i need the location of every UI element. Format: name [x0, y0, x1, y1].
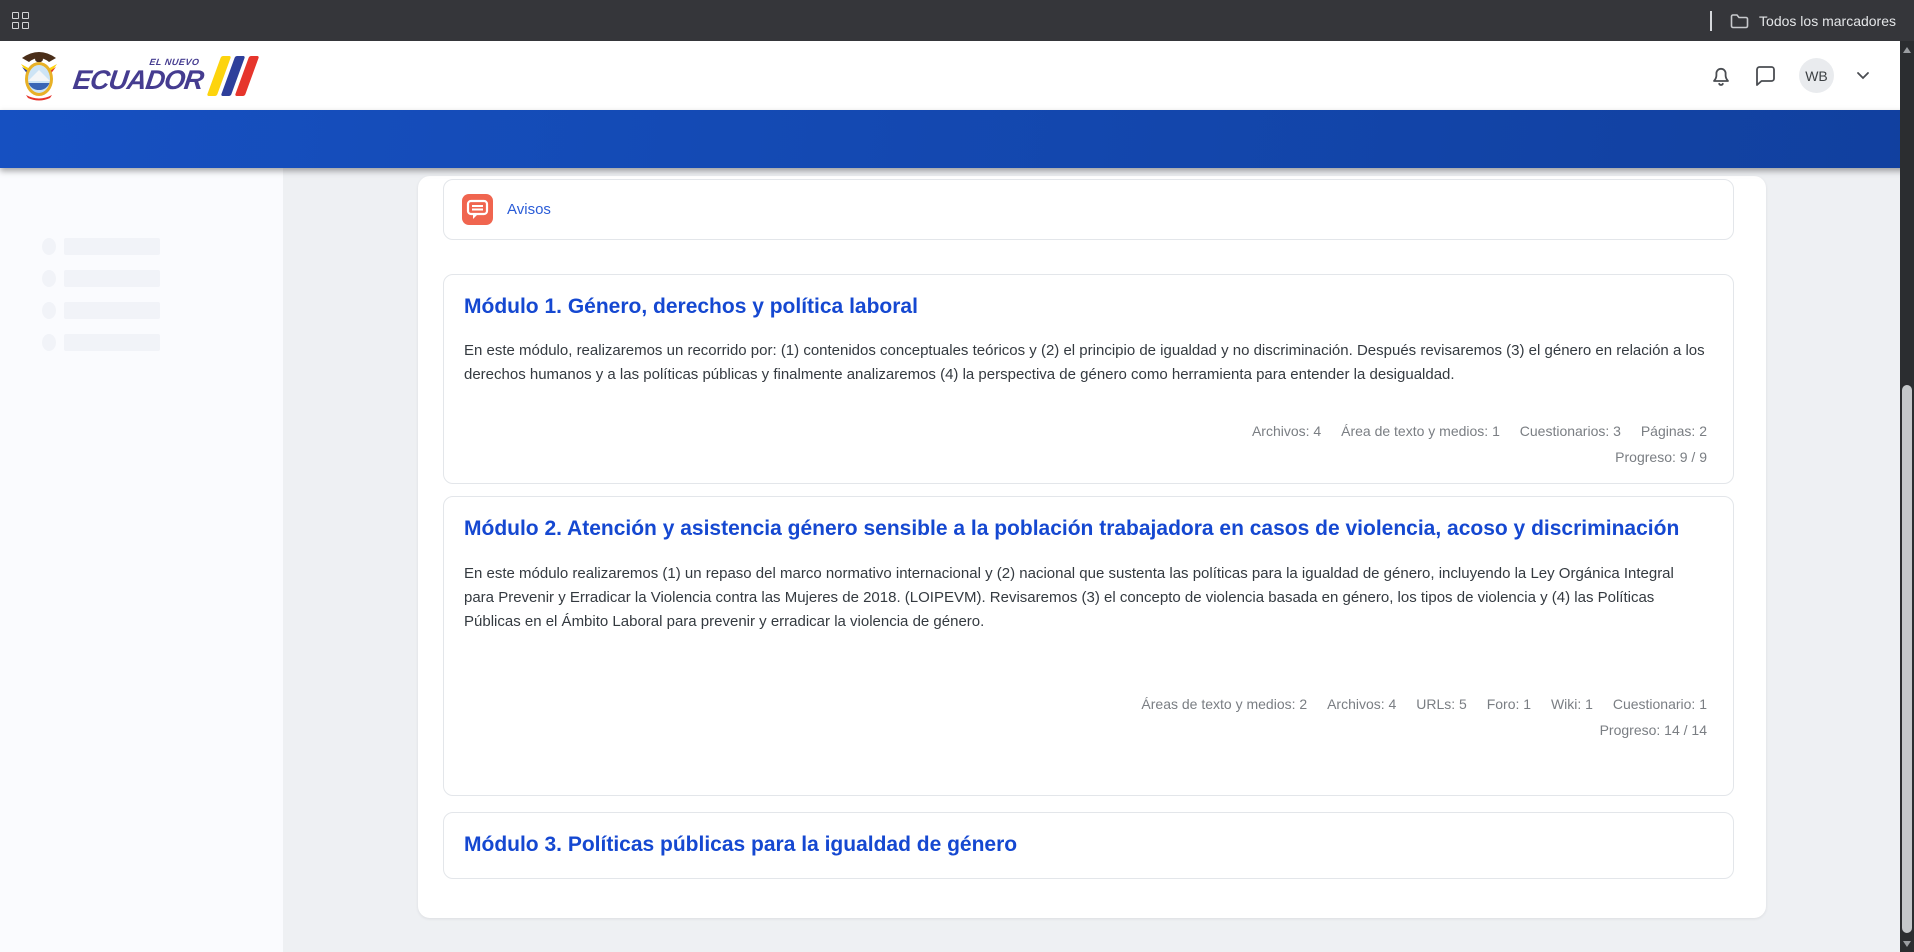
browser-bookmarks-bar: Todos los marcadores [0, 0, 1914, 41]
module-1-description: En este módulo, realizaremos un recorrid… [464, 339, 1707, 387]
module-1-title-link[interactable]: Módulo 1. Género, derechos y política la… [464, 293, 918, 321]
site-header: EL NUEVO ECUADOR WB [0, 41, 1914, 110]
course-index-drawer [0, 168, 283, 952]
module-3-card: Módulo 3. Políticas públicas para la igu… [443, 812, 1734, 878]
content-area: Avisos Módulo 1. Género, derechos y polí… [0, 168, 1914, 952]
stat-item: Cuestionarios: 3 [1520, 423, 1621, 439]
stat-item: Cuestionario: 1 [1613, 696, 1707, 712]
apps-grid-icon[interactable] [12, 12, 29, 29]
messages-chat-icon[interactable] [1754, 65, 1777, 87]
site-logo[interactable]: EL NUEVO ECUADOR [18, 50, 252, 102]
flag-stripes-icon [214, 56, 252, 96]
stat-item: Archivos: 4 [1327, 696, 1396, 712]
module-3-title-link[interactable]: Módulo 3. Políticas públicas para la igu… [464, 831, 1017, 859]
logo-name: ECUADOR [71, 67, 204, 94]
stat-item: Archivos: 4 [1252, 423, 1321, 439]
avisos-link[interactable]: Avisos [507, 201, 551, 218]
module-2-description: En este módulo realizaremos (1) un repas… [464, 562, 1707, 634]
scrollbar-thumb[interactable] [1902, 385, 1912, 933]
page-scrollbar[interactable] [1900, 41, 1914, 952]
module-1-stats: Archivos: 4 Área de texto y medios: 1 Cu… [464, 423, 1707, 439]
ecuador-coat-of-arms-icon [18, 50, 60, 102]
avisos-activity-card: Avisos [443, 179, 1734, 240]
primary-nav-bar [0, 110, 1914, 168]
module-1-card: Módulo 1. Género, derechos y política la… [443, 274, 1734, 484]
chevron-down-icon[interactable] [1856, 71, 1870, 80]
drawer-skeleton-item [42, 334, 283, 351]
scrollbar-up-arrow-icon[interactable] [1903, 47, 1911, 53]
bookmarks-divider [1710, 11, 1712, 31]
notifications-bell-icon[interactable] [1710, 64, 1732, 87]
announcement-icon[interactable] [462, 194, 493, 225]
drawer-skeleton-item [42, 302, 283, 319]
drawer-skeleton-item [42, 238, 283, 255]
stat-item: Área de texto y medios: 1 [1341, 423, 1500, 439]
drawer-skeleton-item [42, 270, 283, 287]
module-2-card: Módulo 2. Atención y asistencia género s… [443, 496, 1734, 796]
screen: Todos los marcadores [0, 0, 1914, 952]
stat-item: Páginas: 2 [1641, 423, 1707, 439]
wordmark: EL NUEVO ECUADOR [74, 56, 252, 96]
scrollbar-down-arrow-icon[interactable] [1903, 941, 1911, 947]
module-1-progress: Progreso: 9 / 9 [464, 449, 1707, 465]
stat-item: Áreas de texto y medios: 2 [1141, 696, 1307, 712]
module-2-stats: Áreas de texto y medios: 2 Archivos: 4 U… [464, 696, 1707, 712]
bookmarks-folder-icon[interactable] [1730, 13, 1749, 29]
stat-item: Foro: 1 [1487, 696, 1531, 712]
stat-item: URLs: 5 [1416, 696, 1467, 712]
stat-item: Wiki: 1 [1551, 696, 1593, 712]
course-main-panel: Avisos Módulo 1. Género, derechos y polí… [418, 176, 1766, 918]
bookmarks-all-label[interactable]: Todos los marcadores [1759, 13, 1896, 29]
user-avatar[interactable]: WB [1799, 58, 1834, 93]
module-2-title-link[interactable]: Módulo 2. Atención y asistencia género s… [464, 515, 1679, 543]
module-2-progress: Progreso: 14 / 14 [464, 722, 1707, 738]
